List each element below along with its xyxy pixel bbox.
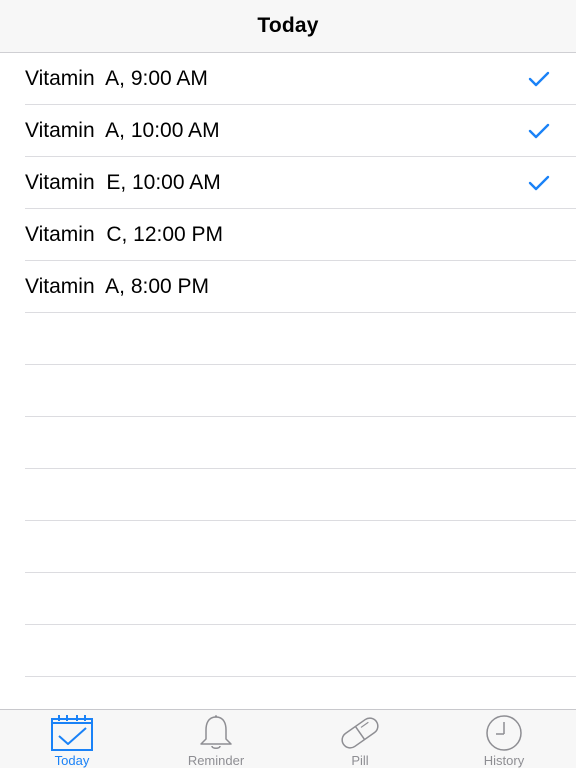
reminder-list: Vitamin A, 9:00 AM Vitamin A, 10:00 AM V… [0, 53, 576, 677]
reminder-label: Vitamin A, 9:00 AM [25, 67, 208, 90]
empty-row [0, 417, 576, 469]
page-title: Today [257, 14, 319, 37]
tab-pill[interactable]: Pill [288, 710, 432, 768]
navigation-bar: Today [0, 0, 576, 53]
list-item[interactable]: Vitamin A, 10:00 AM [0, 105, 576, 157]
tab-today[interactable]: Today [0, 710, 144, 768]
bell-icon [193, 714, 239, 752]
empty-row [0, 469, 576, 521]
checkmark-icon [528, 123, 550, 139]
calendar-check-icon [49, 714, 95, 752]
tab-label: Pill [351, 753, 369, 768]
pill-icon [337, 714, 383, 752]
empty-row [0, 313, 576, 365]
reminder-label: Vitamin A, 10:00 AM [25, 119, 220, 142]
list-item[interactable]: Vitamin E, 10:00 AM [0, 157, 576, 209]
reminder-label: Vitamin A, 8:00 PM [25, 275, 210, 298]
tab-reminder[interactable]: Reminder [144, 710, 288, 768]
reminder-label: Vitamin E, 10:00 AM [25, 171, 221, 194]
empty-row [0, 573, 576, 625]
tab-label: History [483, 753, 525, 768]
reminder-label: Vitamin C, 12:00 PM [25, 223, 224, 246]
tab-history[interactable]: History [432, 710, 576, 768]
empty-row [0, 521, 576, 573]
checkmark-icon [528, 71, 550, 87]
tab-bar: Today Reminder Pill History [0, 709, 576, 768]
empty-row [0, 625, 576, 677]
tab-label: Reminder [187, 753, 245, 768]
empty-row [0, 365, 576, 417]
clock-icon [481, 714, 527, 752]
tab-label: Today [54, 753, 90, 768]
list-item[interactable]: Vitamin A, 8:00 PM [0, 261, 576, 313]
list-item[interactable]: Vitamin C, 12:00 PM [0, 209, 576, 261]
checkmark-icon [528, 175, 550, 191]
list-item[interactable]: Vitamin A, 9:00 AM [0, 53, 576, 105]
